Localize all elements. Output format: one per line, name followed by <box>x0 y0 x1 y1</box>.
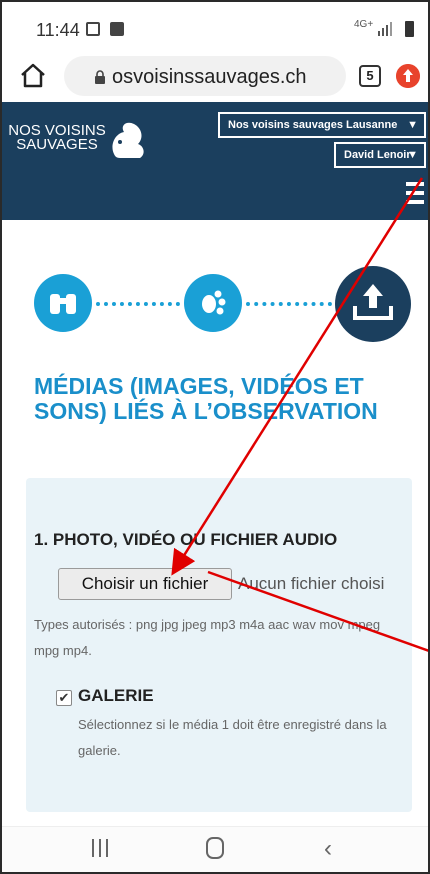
step-1-observation[interactable] <box>34 274 92 332</box>
user-select-value: David Lenoir <box>344 149 411 161</box>
city-select[interactable]: Nos voisins sauvages Lausanne ▼ <box>218 112 426 138</box>
phone-screen: 11:44 4G+ osvoisinssauvages.ch 5 NOS VOI… <box>0 0 430 874</box>
browser-toolbar: osvoisinssauvages.ch 5 <box>2 52 428 102</box>
city-select-value: Nos voisins sauvages Lausanne <box>228 119 398 131</box>
system-nav-bar: ‹ <box>2 826 428 872</box>
tabs-count-button[interactable]: 5 <box>359 65 381 87</box>
network-type-label: 4G+ <box>354 19 374 30</box>
progress-steps <box>2 262 428 352</box>
site-logo[interactable]: NOS VOISINS SAUVAGES <box>2 123 112 153</box>
step-2-species[interactable] <box>184 274 242 332</box>
step-connector <box>96 302 180 306</box>
lock-icon <box>95 70 105 84</box>
caret-down-icon: ▼ <box>407 119 418 131</box>
status-bar: 11:44 4G+ <box>2 2 428 52</box>
squirrel-logo-icon <box>112 122 144 158</box>
binoculars-icon <box>50 294 76 314</box>
extension-icon[interactable] <box>396 64 420 88</box>
galerie-checkbox[interactable]: ✔ <box>56 690 72 706</box>
allowed-types-text: Types autorisés : png jpg jpeg mp3 m4a a… <box>34 617 381 658</box>
logo-line-2: SAUVAGES <box>16 136 98 153</box>
step-3-media[interactable] <box>335 266 411 342</box>
back-icon[interactable]: ‹ <box>324 835 332 863</box>
hamburger-menu-icon[interactable] <box>406 182 424 208</box>
status-time: 11:44 <box>36 20 80 40</box>
url-text[interactable]: osvoisinssauvages.ch <box>112 66 307 89</box>
image-notification-icon <box>86 22 100 36</box>
message-notification-icon <box>110 22 124 36</box>
page-title: MÉDIAS (IMAGES, VIDÉOS ET SONS) LIÉS À L… <box>34 373 378 424</box>
home-icon[interactable] <box>16 58 50 92</box>
caret-down-icon: ▼ <box>407 149 418 161</box>
battery-icon <box>405 21 414 37</box>
galerie-help-text: Sélectionnez si le média 1 doit être enr… <box>78 717 387 758</box>
recents-icon[interactable] <box>90 839 110 857</box>
home-nav-icon[interactable] <box>206 837 224 859</box>
upload-icon <box>353 284 393 320</box>
site-header: NOS VOISINS SAUVAGES Nos voisins sauvage… <box>2 102 428 220</box>
file-status-text: Aucun fichier choisi <box>238 574 385 593</box>
step-connector <box>246 302 332 306</box>
media-form-card: 1. PHOTO, VIDÉO OU FICHIER AUDIO Choisir… <box>26 478 412 812</box>
user-select[interactable]: David Lenoir ▼ <box>334 142 426 168</box>
paw-icon <box>202 290 226 315</box>
media-1-heading: 1. PHOTO, VIDÉO OU FICHIER AUDIO <box>34 530 338 549</box>
choose-file-button[interactable]: Choisir un fichier <box>58 568 232 600</box>
galerie-label[interactable]: GALERIE <box>78 686 154 706</box>
signal-icon <box>378 22 392 36</box>
